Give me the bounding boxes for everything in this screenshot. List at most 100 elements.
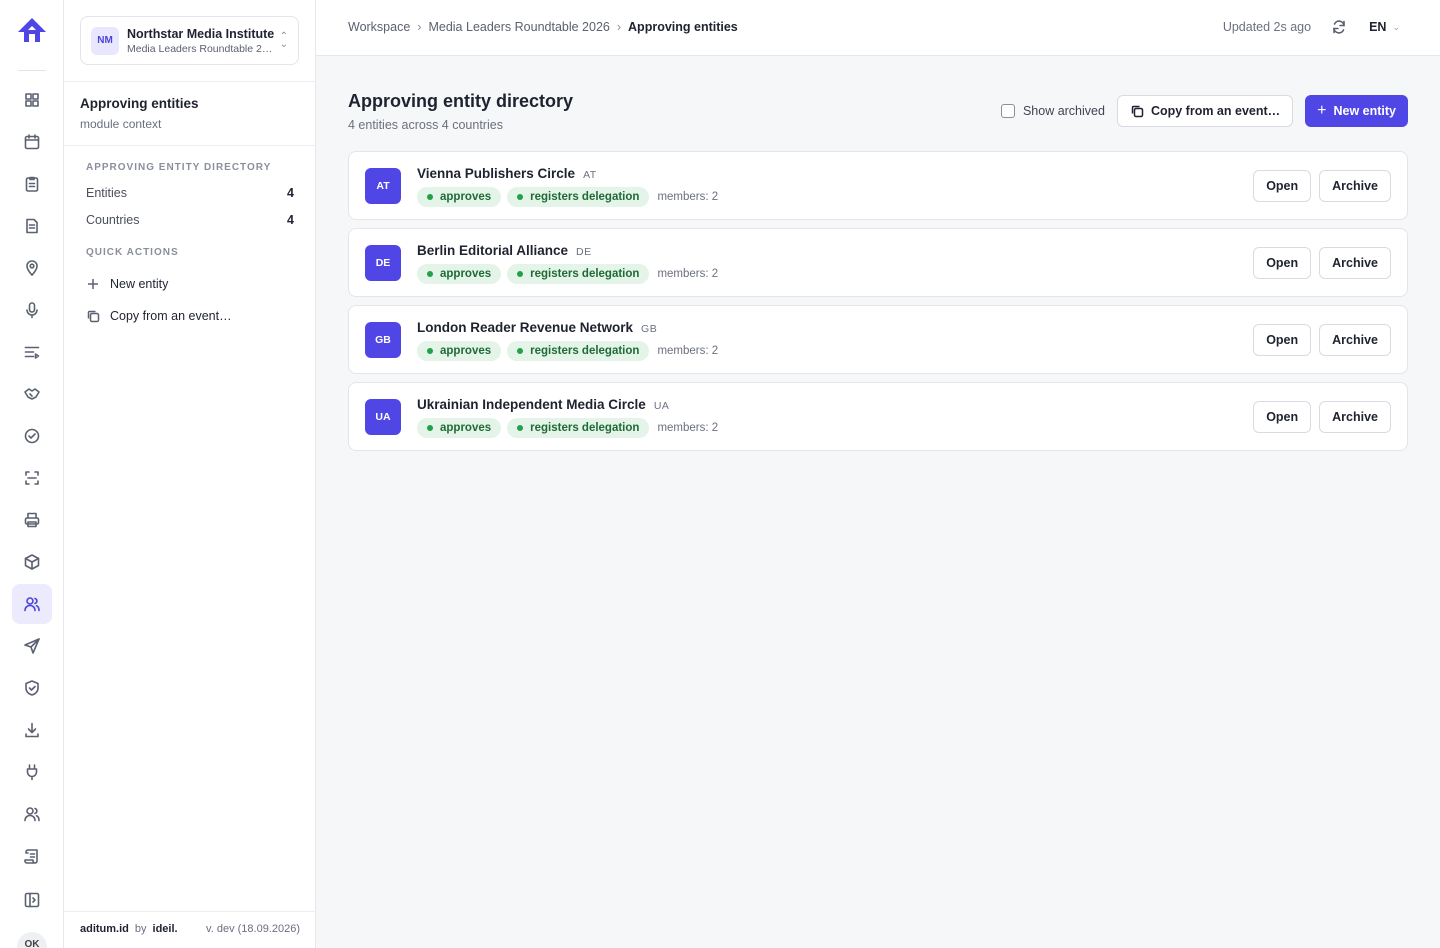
org-switcher[interactable]: NM Northstar Media Institute Media Leade… (80, 16, 299, 65)
rail-item-agenda-list[interactable] (12, 332, 52, 372)
section-label-quick-actions: QUICK ACTIONS (86, 247, 179, 258)
open-button[interactable]: Open (1253, 324, 1312, 356)
updated-status: Updated 2s ago (1222, 20, 1312, 34)
role-tag-label: registers delegation (530, 268, 640, 280)
entity-card[interactable]: UA Ukrainian Independent Media Circle UA ap… (348, 382, 1408, 451)
rail-item-clipboard[interactable] (12, 164, 52, 204)
rail-item-package[interactable] (12, 542, 52, 582)
main-content: Workspace › Media Leaders Roundtable 202… (316, 0, 1440, 948)
rail-item-scan[interactable] (12, 458, 52, 498)
entity-avatar: DE (365, 245, 401, 281)
refresh-button[interactable] (1331, 19, 1347, 35)
open-button[interactable]: Open (1253, 170, 1312, 202)
printer-icon (24, 512, 40, 528)
entity-avatar: AT (365, 168, 401, 204)
open-button[interactable]: Open (1253, 247, 1312, 279)
status-dot (427, 425, 433, 431)
entity-list: AT Vienna Publishers Circle AT approves regi… (348, 151, 1408, 459)
copy-from-event-button[interactable]: Copy from an event… (1116, 95, 1294, 127)
show-archived-toggle[interactable]: Show archived (1000, 104, 1105, 118)
stat-countries[interactable]: Countries 4 (86, 213, 294, 227)
open-button[interactable]: Open (1253, 401, 1312, 433)
role-tag-label: approves (440, 422, 492, 434)
breadcrumb-event[interactable]: Media Leaders Roundtable 2026 (428, 20, 609, 34)
rail-item-microphone[interactable] (12, 290, 52, 330)
rail-item-plug[interactable] (12, 752, 52, 792)
entity-card[interactable]: DE Berlin Editorial Alliance DE approves reg… (348, 228, 1408, 297)
rail-item-people[interactable] (12, 794, 52, 834)
stat-entities[interactable]: Entities 4 (86, 186, 294, 200)
rail-item-handshake[interactable] (12, 374, 52, 414)
rail-item-printer[interactable] (12, 500, 52, 540)
role-tag: registers delegation (507, 341, 650, 361)
refresh-icon (1333, 20, 1345, 34)
entity-name: Ukrainian Independent Media Circle (417, 397, 646, 412)
scroll-icon (24, 849, 38, 864)
top-bar: Workspace › Media Leaders Roundtable 202… (316, 0, 1440, 56)
rail-item-check-circle[interactable] (12, 416, 52, 456)
footer-by: by (134, 923, 147, 935)
entity-country: DE (576, 246, 592, 258)
document-icon (26, 218, 38, 234)
copy-icon (1131, 105, 1144, 118)
member-count: members: 2 (657, 345, 719, 357)
page-subtitle: 4 entities across 4 countries (348, 118, 503, 132)
entity-card[interactable]: GB London Reader Revenue Network GB approve… (348, 305, 1408, 374)
rail-divider (18, 70, 46, 71)
page-title: Approving entity directory (348, 91, 574, 111)
role-tag-label: approves (440, 345, 492, 357)
people-icon (24, 807, 40, 822)
role-tag: registers delegation (507, 187, 650, 207)
role-tag: approves (417, 187, 502, 207)
language-selector[interactable]: EN (1369, 20, 1386, 34)
new-entity-button[interactable]: + New entity (1305, 95, 1408, 127)
entity-country: GB (641, 323, 658, 335)
archive-button[interactable]: Archive (1319, 401, 1391, 433)
breadcrumb-separator: › (616, 20, 622, 34)
rail-item-calendar[interactable] (12, 122, 52, 162)
rail-item-shield-check[interactable] (12, 668, 52, 708)
role-tag-label: approves (440, 191, 492, 203)
status-dot (517, 271, 524, 277)
quick-action-copy[interactable]: Copy from an event… (86, 309, 232, 323)
entity-avatar: UA (365, 399, 401, 435)
member-count: members: 2 (657, 268, 719, 280)
logo-icon[interactable] (16, 16, 48, 44)
user-avatar[interactable]: OK (17, 932, 47, 948)
rail-item-users[interactable] (12, 584, 52, 624)
copy-icon (87, 310, 100, 323)
archive-button[interactable]: Archive (1319, 247, 1391, 279)
rail-item-scroll[interactable] (12, 836, 52, 876)
quick-action-label: New entity (110, 277, 169, 291)
rail-item-sidebar-toggle[interactable] (12, 880, 52, 920)
breadcrumb-separator: › (417, 20, 422, 34)
role-tag: approves (417, 264, 502, 284)
plug-icon (26, 764, 38, 781)
download-icon (25, 722, 39, 738)
microphone-icon (26, 302, 38, 319)
checkbox[interactable] (1000, 104, 1015, 118)
rail-item-location-pin[interactable] (12, 248, 52, 288)
rail-item-download[interactable] (12, 710, 52, 750)
rail-item-dashboard[interactable] (12, 80, 52, 120)
calendar-icon (24, 134, 40, 150)
breadcrumb-workspace[interactable]: Workspace (348, 20, 410, 34)
role-tag: registers delegation (507, 418, 650, 438)
breadcrumb-current: Approving entities (628, 20, 738, 34)
new-entity-label: New entity (1333, 104, 1396, 118)
entity-avatar: GB (365, 322, 401, 358)
archive-button[interactable]: Archive (1319, 324, 1391, 356)
role-tag: registers delegation (507, 264, 650, 284)
scan-icon (25, 471, 39, 485)
maker-name: ideil. (152, 923, 178, 935)
role-tag: approves (417, 418, 502, 438)
rail-item-send[interactable] (12, 626, 52, 666)
archive-button[interactable]: Archive (1319, 170, 1391, 202)
section-label-directory: APPROVING ENTITY DIRECTORY (86, 162, 272, 173)
rail-item-document[interactable] (12, 206, 52, 246)
entity-card[interactable]: AT Vienna Publishers Circle AT approves regi… (348, 151, 1408, 220)
quick-action-new-entity[interactable]: New entity (86, 277, 168, 291)
status-dot (517, 194, 524, 200)
quick-action-label: Copy from an event… (110, 309, 232, 323)
breadcrumb: Workspace › Media Leaders Roundtable 202… (348, 20, 738, 34)
